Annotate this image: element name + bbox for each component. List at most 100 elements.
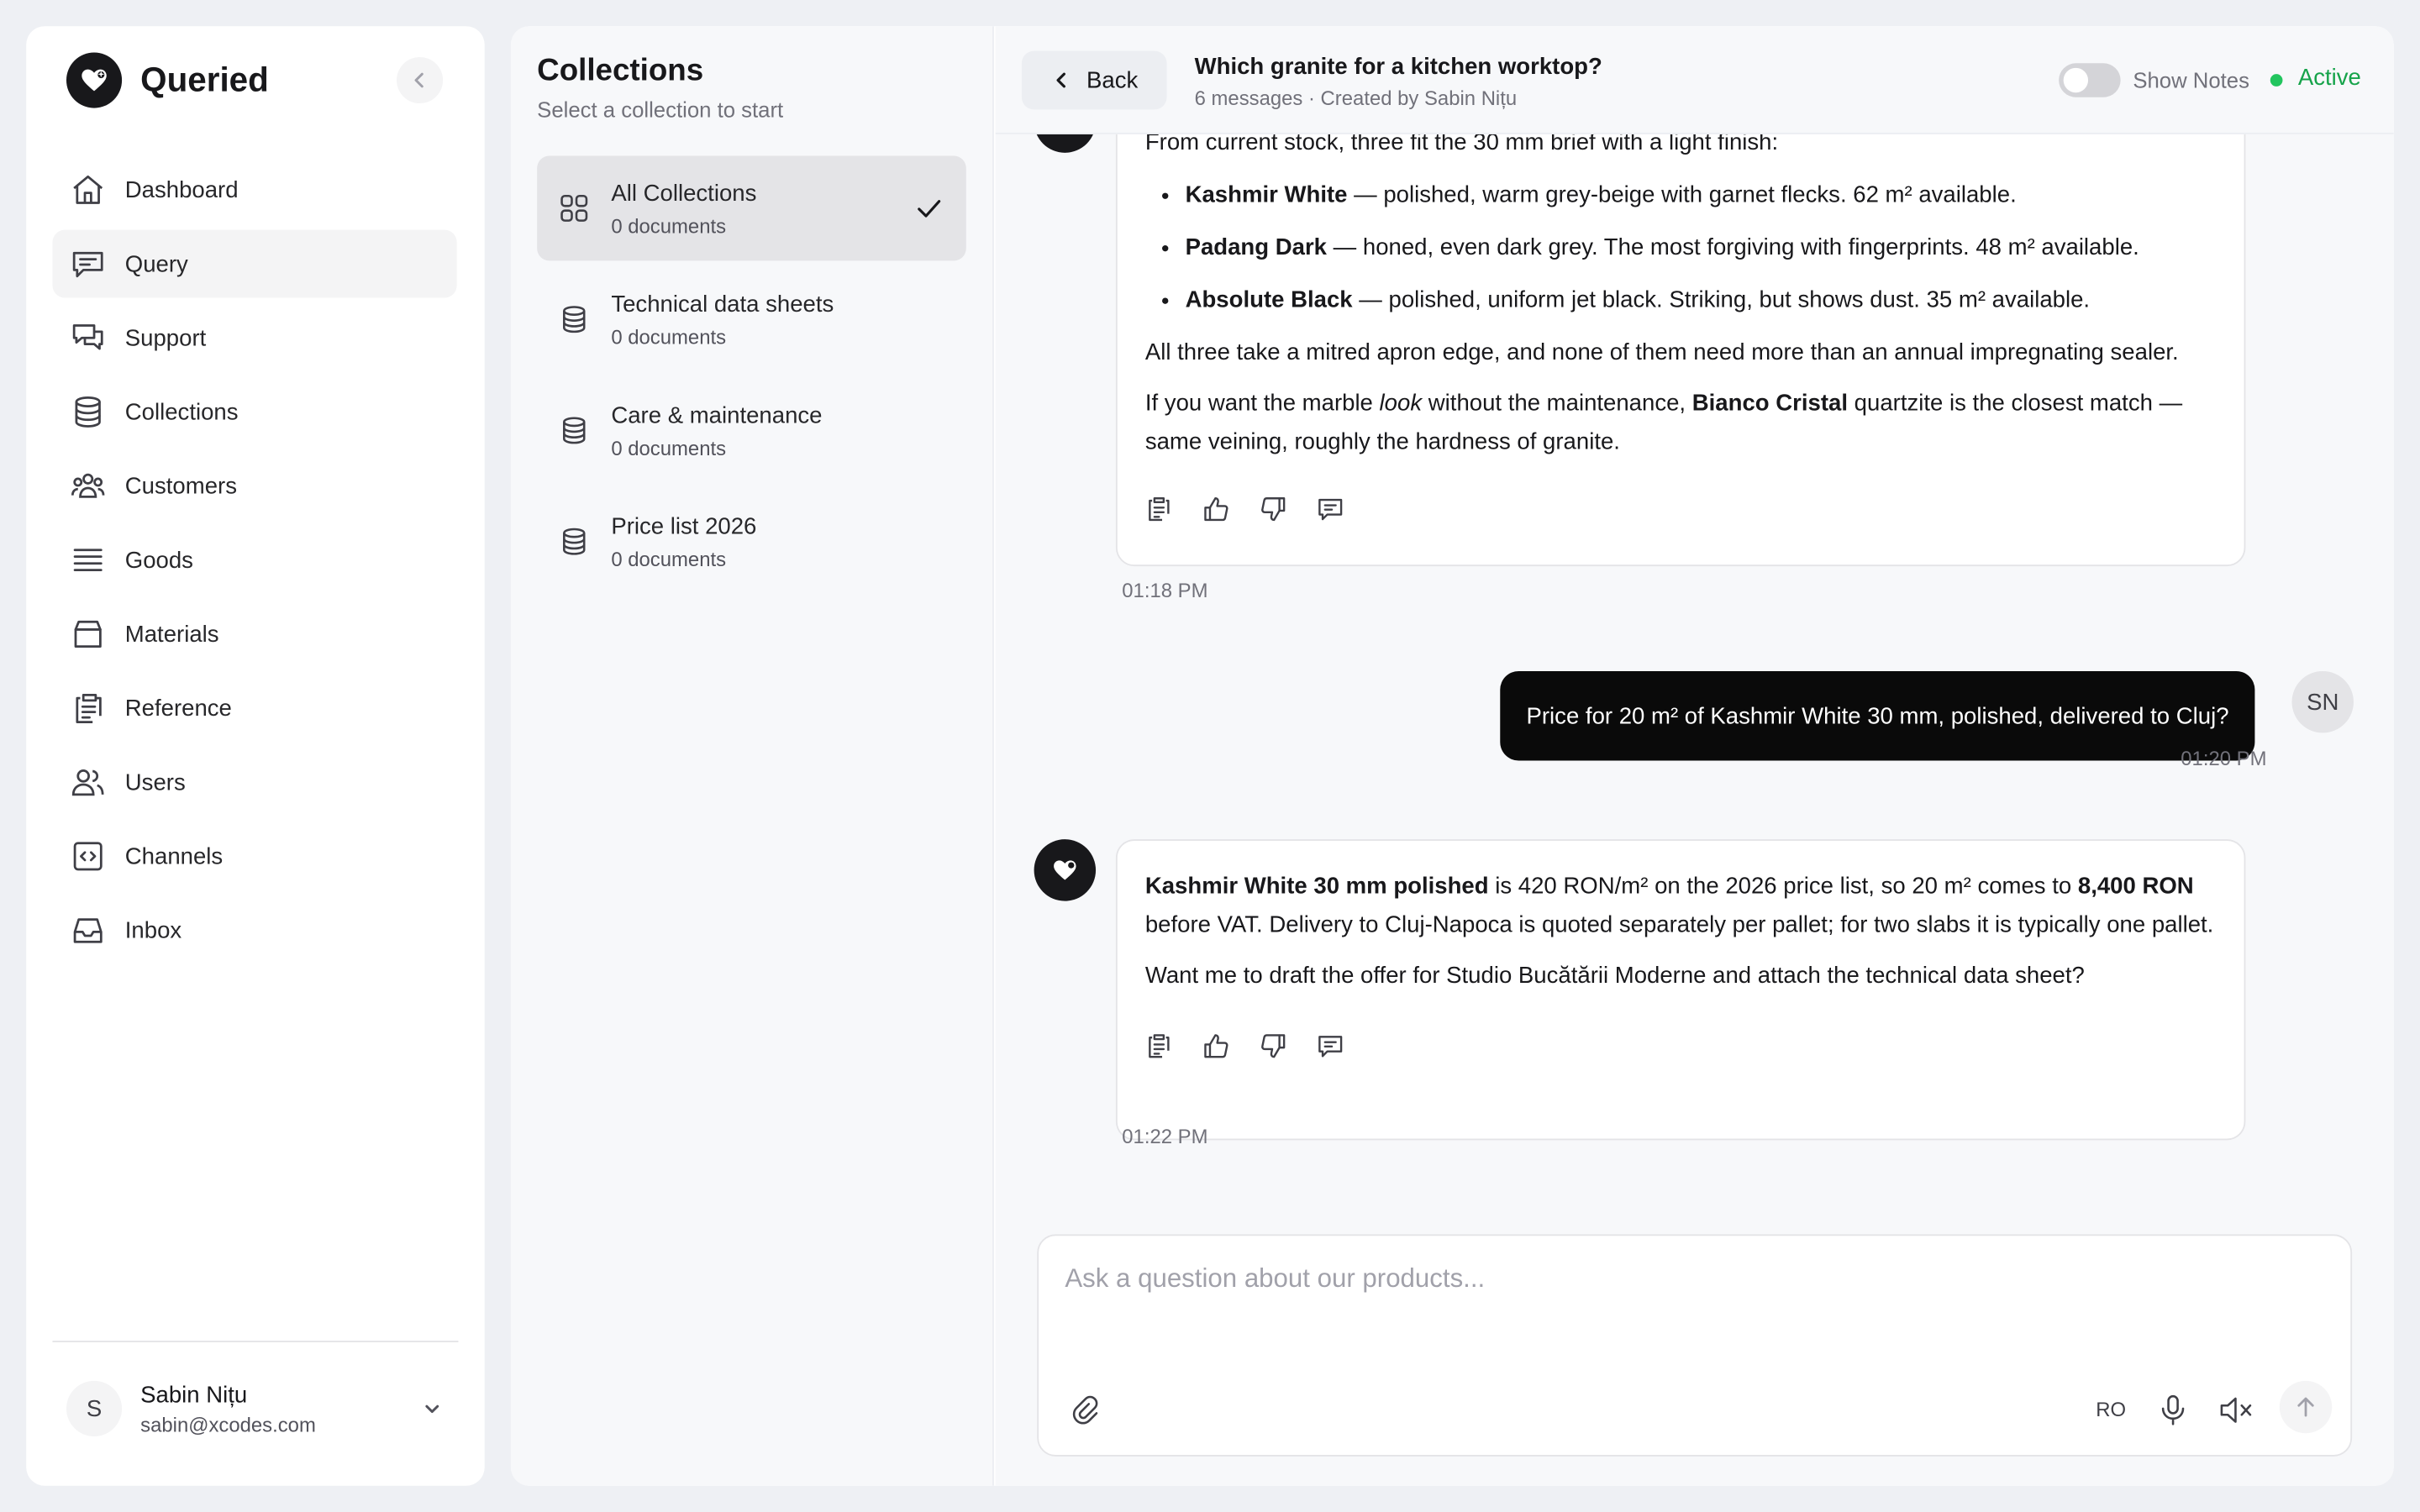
show-notes-toggle[interactable] (2059, 63, 2121, 97)
collection-count: 0 documents (611, 435, 727, 459)
chat-bubbles-icon (68, 318, 108, 358)
microphone-icon[interactable] (2156, 1392, 2190, 1429)
sidebar-item-label: Dashboard (124, 176, 239, 203)
inbox-icon (68, 911, 108, 951)
home-icon (68, 170, 108, 210)
check-icon (918, 200, 941, 218)
assistant-message: From current stock, three fit the 30 mm … (1115, 134, 2246, 567)
collection-item-price-list-2026[interactable]: Price list 2026 0 documents (537, 489, 966, 594)
sidebar-item-users[interactable]: Users (52, 748, 456, 816)
back-label: Back (1086, 66, 1139, 94)
database-icon (559, 304, 590, 335)
code-icon (68, 836, 108, 876)
collection-count: 0 documents (611, 547, 727, 570)
brand[interactable]: Queried (66, 52, 269, 108)
sidebar-item-reference[interactable]: Reference (52, 675, 456, 743)
question-input[interactable] (1065, 1257, 2300, 1301)
message-actions (1145, 496, 2217, 523)
collection-name: Technical data sheets (611, 291, 834, 318)
sidebar-item-inbox[interactable]: Inbox (52, 896, 456, 964)
chat-panel: Back Which granite for a kitchen worktop… (995, 26, 2394, 1486)
sidebar-item-collections[interactable]: Collections (52, 378, 456, 446)
list-item: Padang Dark — honed, even dark grey. The… (1186, 228, 2217, 267)
message-timestamp: 01:22 PM (1122, 1124, 1208, 1148)
collection-item-technical-data-sheets[interactable]: Technical data sheets 0 documents (537, 267, 966, 372)
thumbs-down-icon[interactable] (1260, 1032, 1287, 1060)
collection-item-care-maintenance[interactable]: Care & maintenance 0 documents (537, 378, 966, 483)
chevron-down-icon[interactable] (421, 1398, 443, 1420)
collapse-sidebar-button[interactable] (397, 56, 444, 104)
users-icon (68, 762, 108, 802)
conversation-meta: 6 messages · Created by Sabin Nițu (1194, 86, 1518, 110)
sidebar-item-support[interactable]: Support (52, 304, 456, 372)
sidebar-item-label: Users (124, 769, 186, 795)
comment-icon[interactable] (1317, 1032, 1344, 1060)
sidebar-item-label: Support (124, 324, 207, 351)
user-email: sabin@xcodes.com (140, 1412, 316, 1436)
list-item: Absolute Black — polished, uniform jet b… (1186, 281, 2217, 319)
speaker-muted-icon[interactable] (2217, 1394, 2254, 1427)
sidebar-item-label: Channels (124, 843, 224, 869)
sidebar-item-label: Query (124, 250, 188, 277)
database-icon (559, 415, 590, 446)
sidebar-item-label: Collections (124, 398, 239, 426)
sidebar-item-channels[interactable]: Channels (52, 822, 456, 890)
collections-list: All Collections 0 documents Technical da… (537, 155, 966, 601)
assistant-avatar (1034, 839, 1097, 901)
customers-icon (68, 466, 108, 507)
logo-icon (66, 52, 123, 108)
status-badge: Active (2297, 65, 2361, 92)
status-dot (2270, 74, 2283, 87)
collection-item-all[interactable]: All Collections 0 documents (537, 155, 966, 261)
thumbs-up-icon[interactable] (1202, 1032, 1230, 1060)
chevron-left-icon (1056, 72, 1065, 88)
arrow-up-icon (2297, 1397, 2314, 1417)
chevron-left-icon (414, 72, 424, 88)
user-message: Price for 20 m² of Kashmir White 30 mm, … (1500, 670, 2255, 761)
collections-subtitle: Select a collection to start (537, 97, 784, 123)
sidebar-item-dashboard[interactable]: Dashboard (52, 156, 456, 224)
sidebar-item-materials[interactable]: Materials (52, 600, 456, 668)
sidebar-item-label: Goods (124, 547, 193, 574)
comment-icon[interactable] (1317, 496, 1344, 523)
main-nav: Dashboard Query Support Collections Cust… (52, 156, 457, 971)
list-item: Kashmir White — polished, warm grey-beig… (1186, 176, 2217, 214)
sidebar-item-label: Inbox (124, 916, 182, 944)
message-text: If you want the marble look without the … (1144, 390, 2183, 455)
collection-count: 0 documents (611, 324, 727, 349)
clipboard-icon (68, 688, 108, 728)
database-icon (559, 526, 590, 557)
user-name: Sabin Nițu (140, 1381, 248, 1408)
assistant-message: Kashmir White 30 mm polished is 420 RON/… (1115, 839, 2246, 1141)
collection-name: Price list 2026 (611, 512, 757, 539)
copy-icon[interactable] (1145, 496, 1173, 523)
message-list[interactable]: From current stock, three fit the 30 mm … (996, 134, 2394, 1205)
message-text: Want me to draft the offer for Studio Bu… (1144, 963, 2085, 990)
user-menu[interactable]: S Sabin Nițu sabin@xcodes.com (66, 1378, 443, 1439)
user-avatar: SN (2291, 670, 2354, 733)
collection-name: All Collections (611, 179, 757, 207)
sidebar: Queried Dashboard Query Support Collecti… (26, 26, 485, 1486)
assistant-avatar (1034, 134, 1097, 153)
message-timestamp: 01:18 PM (1122, 578, 1208, 602)
thumbs-up-icon[interactable] (1202, 496, 1230, 523)
sidebar-item-query[interactable]: Query (52, 229, 457, 298)
sidebar-item-label: Customers (124, 472, 237, 500)
collections-panel: Collections Select a collection to start… (510, 26, 994, 1486)
sidebar-item-customers[interactable]: Customers (52, 452, 456, 520)
show-notes-label: Show Notes (2133, 67, 2249, 93)
thumbs-down-icon[interactable] (1260, 496, 1287, 523)
paperclip-icon[interactable] (1070, 1394, 1103, 1427)
copy-icon[interactable] (1145, 1032, 1173, 1060)
back-button[interactable]: Back (1021, 50, 1167, 110)
collection-name: Care & maintenance (611, 402, 823, 428)
language-toggle[interactable]: RO (2096, 1398, 2126, 1421)
conversation-title: Which granite for a kitchen worktop? (1194, 54, 1602, 81)
collection-count: 0 documents (611, 213, 727, 237)
sidebar-item-goods[interactable]: Goods (52, 526, 456, 594)
composer: RO (1037, 1234, 2353, 1457)
message-icon (68, 244, 108, 284)
grid-icon (559, 193, 590, 224)
brand-name: Queried (140, 60, 269, 99)
send-button[interactable] (2279, 1380, 2333, 1434)
